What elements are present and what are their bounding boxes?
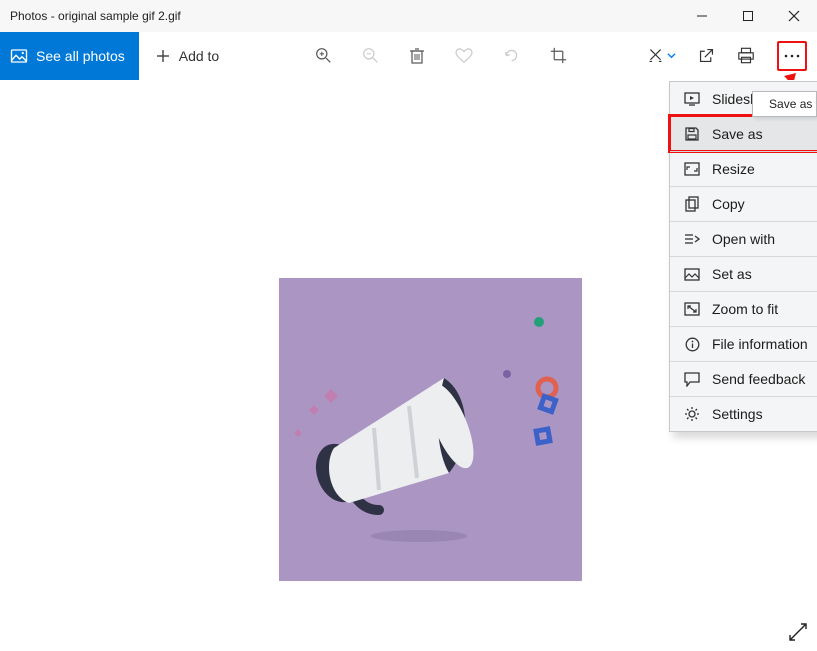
see-all-photos-button[interactable]: See all photos xyxy=(0,32,139,80)
slideshow-icon xyxy=(684,91,700,107)
open-with-icon xyxy=(684,231,700,247)
menu-item-set-as[interactable]: Set as xyxy=(670,256,817,291)
resize-icon xyxy=(684,161,700,177)
menu-label: Save as xyxy=(712,126,817,142)
photo-icon xyxy=(10,47,28,65)
window-buttons xyxy=(679,0,817,32)
delete-icon[interactable] xyxy=(409,47,425,64)
menu-item-settings[interactable]: Settings xyxy=(670,396,817,431)
resize-grip[interactable] xyxy=(787,621,809,643)
displayed-image[interactable] xyxy=(279,278,582,581)
see-all-photos-label: See all photos xyxy=(36,48,125,64)
toolbar-center-icons xyxy=(235,47,647,64)
add-to-button[interactable]: Add to xyxy=(139,32,235,80)
toolbar: See all photos Add to xyxy=(0,32,817,80)
menu-item-save-as[interactable]: Save as xyxy=(670,116,817,151)
chevron-down-icon xyxy=(667,51,676,60)
menu-item-send-feedback[interactable]: Send feedback xyxy=(670,361,817,396)
menu-item-resize[interactable]: Resize xyxy=(670,151,817,186)
info-icon xyxy=(684,336,700,352)
zoom-in-icon[interactable] xyxy=(315,47,332,64)
share-icon[interactable] xyxy=(698,47,715,64)
edit-dropdown[interactable] xyxy=(647,47,676,64)
menu-label: Settings xyxy=(712,406,817,422)
copy-icon xyxy=(684,196,700,212)
tooltip-save-as: S Save as (Ctrl xyxy=(752,91,817,117)
maximize-button[interactable] xyxy=(725,0,771,32)
zoom-out-icon[interactable] xyxy=(362,47,379,64)
window-title: Photos - original sample gif 2.gif xyxy=(10,9,679,23)
menu-label: Copy xyxy=(712,196,817,212)
close-button[interactable] xyxy=(771,0,817,32)
menu-label: Open with xyxy=(712,231,817,247)
feedback-icon xyxy=(684,371,700,387)
print-icon[interactable] xyxy=(737,47,755,64)
edit-icon xyxy=(647,47,664,64)
menu-label: Send feedback xyxy=(712,371,817,387)
toolbar-right-icons xyxy=(647,41,817,71)
minimize-button[interactable] xyxy=(679,0,725,32)
favorite-icon[interactable] xyxy=(455,48,473,64)
menu-item-zoom-to-fit[interactable]: Zoom to fit xyxy=(670,291,817,326)
crop-icon[interactable] xyxy=(550,47,567,64)
more-button[interactable] xyxy=(777,41,807,71)
menu-label: File information xyxy=(712,336,817,352)
menu-label: Resize xyxy=(712,161,817,177)
add-to-label: Add to xyxy=(179,48,219,64)
gear-icon xyxy=(684,406,700,422)
menu-item-file-information[interactable]: File information xyxy=(670,326,817,361)
menu-item-open-with[interactable]: Open with xyxy=(670,221,817,256)
zoom-fit-icon xyxy=(684,301,700,317)
tooltip-text: Save as (Ctrl xyxy=(769,97,817,111)
set-as-icon xyxy=(684,266,700,282)
titlebar: Photos - original sample gif 2.gif xyxy=(0,0,817,32)
menu-item-copy[interactable]: Copy xyxy=(670,186,817,221)
more-menu: Slideshow Save as Resize Copy Open with … xyxy=(669,81,817,432)
save-icon xyxy=(684,126,700,142)
menu-label: Set as xyxy=(712,266,804,282)
rotate-icon[interactable] xyxy=(503,47,520,64)
plus-icon xyxy=(155,48,171,64)
menu-label: Zoom to fit xyxy=(712,301,817,317)
